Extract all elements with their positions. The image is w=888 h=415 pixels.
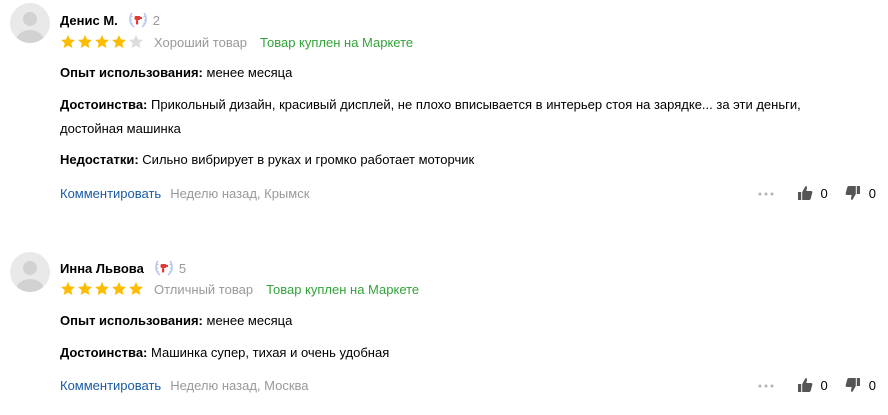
usage-field: Опыт использования: менее месяца <box>60 61 860 85</box>
usage-field: Опыт использования: менее месяца <box>60 309 860 333</box>
comment-button[interactable]: Комментировать <box>60 186 161 201</box>
star-icon <box>111 34 127 50</box>
like-button[interactable]: 0 <box>797 185 828 201</box>
rating-text: Отличный товар <box>154 281 254 297</box>
review-footer: Комментировать Неделю назад, Крымск 0 0 <box>60 184 880 202</box>
review-actions: 0 0 <box>757 184 876 202</box>
verified-purchase-label: Товар куплен на Маркете <box>266 281 420 297</box>
like-count: 0 <box>820 185 828 201</box>
like-count: 0 <box>820 377 828 393</box>
cons-label: Недостатки: <box>60 152 139 167</box>
review-meta: Неделю назад, Москва <box>170 377 309 393</box>
laurel-hairdryer-badge-icon[interactable] <box>153 259 175 277</box>
star-icon <box>77 281 93 297</box>
rating-text: Хороший товар <box>154 34 248 50</box>
cons-value: Сильно вибрирует в руках и громко работа… <box>142 152 475 167</box>
laurel-hairdryer-badge-icon[interactable] <box>127 11 149 29</box>
dislike-button[interactable]: 0 <box>845 377 876 393</box>
usage-value: менее месяца <box>206 313 293 328</box>
verified-purchase-label: Товар куплен на Маркете <box>260 34 414 50</box>
like-button[interactable]: 0 <box>797 377 828 393</box>
thumbs-up-icon <box>797 186 812 200</box>
star-icon <box>111 281 127 297</box>
star-icon <box>77 34 93 50</box>
star-icon <box>94 34 110 50</box>
review-meta: Неделю назад, Крымск <box>170 185 310 201</box>
dislike-count: 0 <box>868 185 876 201</box>
badge-count: 2 <box>152 12 161 28</box>
pros-value: Прикольный дизайн, красивый дисплей, не … <box>60 97 801 136</box>
author-name[interactable]: Денис М. <box>60 13 118 28</box>
dislike-count: 0 <box>868 377 876 393</box>
star-icon <box>94 281 110 297</box>
avatar[interactable] <box>10 3 50 43</box>
cons-field: Недостатки: Сильно вибрирует в руках и г… <box>60 148 860 172</box>
author-row: Инна Львова 5 <box>60 258 186 278</box>
pros-field: Достоинства: Прикольный дизайн, красивый… <box>60 93 860 141</box>
star-rating <box>60 281 145 297</box>
author-row: Денис М. 2 <box>60 10 160 30</box>
rating-row: Хороший товар Товар куплен на Маркете <box>60 33 413 51</box>
user-silhouette-icon <box>16 261 44 292</box>
review-card: Денис М. 2 Хороший товар Товар куплен на… <box>0 0 888 210</box>
thumbs-down-icon <box>845 186 860 200</box>
review-footer: Комментировать Неделю назад, Москва 0 0 <box>60 376 880 394</box>
more-dots-icon[interactable] <box>757 376 775 394</box>
star-icon <box>128 34 144 50</box>
badge-count: 5 <box>178 260 187 276</box>
thumbs-up-icon <box>797 378 812 392</box>
usage-value: менее месяца <box>206 65 293 80</box>
dislike-button[interactable]: 0 <box>845 185 876 201</box>
star-icon <box>60 281 76 297</box>
pros-label: Достоинства: <box>60 97 148 112</box>
usage-label: Опыт использования: <box>60 313 203 328</box>
review-card: Инна Львова 5 Отличный товар Товар купле… <box>0 240 888 415</box>
thumbs-down-icon <box>845 378 860 392</box>
user-silhouette-icon <box>16 12 44 43</box>
usage-label: Опыт использования: <box>60 65 203 80</box>
avatar[interactable] <box>10 252 50 292</box>
rating-row: Отличный товар Товар куплен на Маркете <box>60 280 419 298</box>
star-icon <box>60 34 76 50</box>
review-actions: 0 0 <box>757 376 876 394</box>
more-dots-icon[interactable] <box>757 184 775 202</box>
author-name[interactable]: Инна Львова <box>60 261 144 276</box>
star-icon <box>128 281 144 297</box>
comment-button[interactable]: Комментировать <box>60 378 161 393</box>
pros-label: Достоинства: <box>60 345 148 360</box>
pros-value: Машинка супер, тихая и очень удобная <box>151 345 390 360</box>
star-rating <box>60 34 145 50</box>
pros-field: Достоинства: Машинка супер, тихая и очен… <box>60 341 860 365</box>
